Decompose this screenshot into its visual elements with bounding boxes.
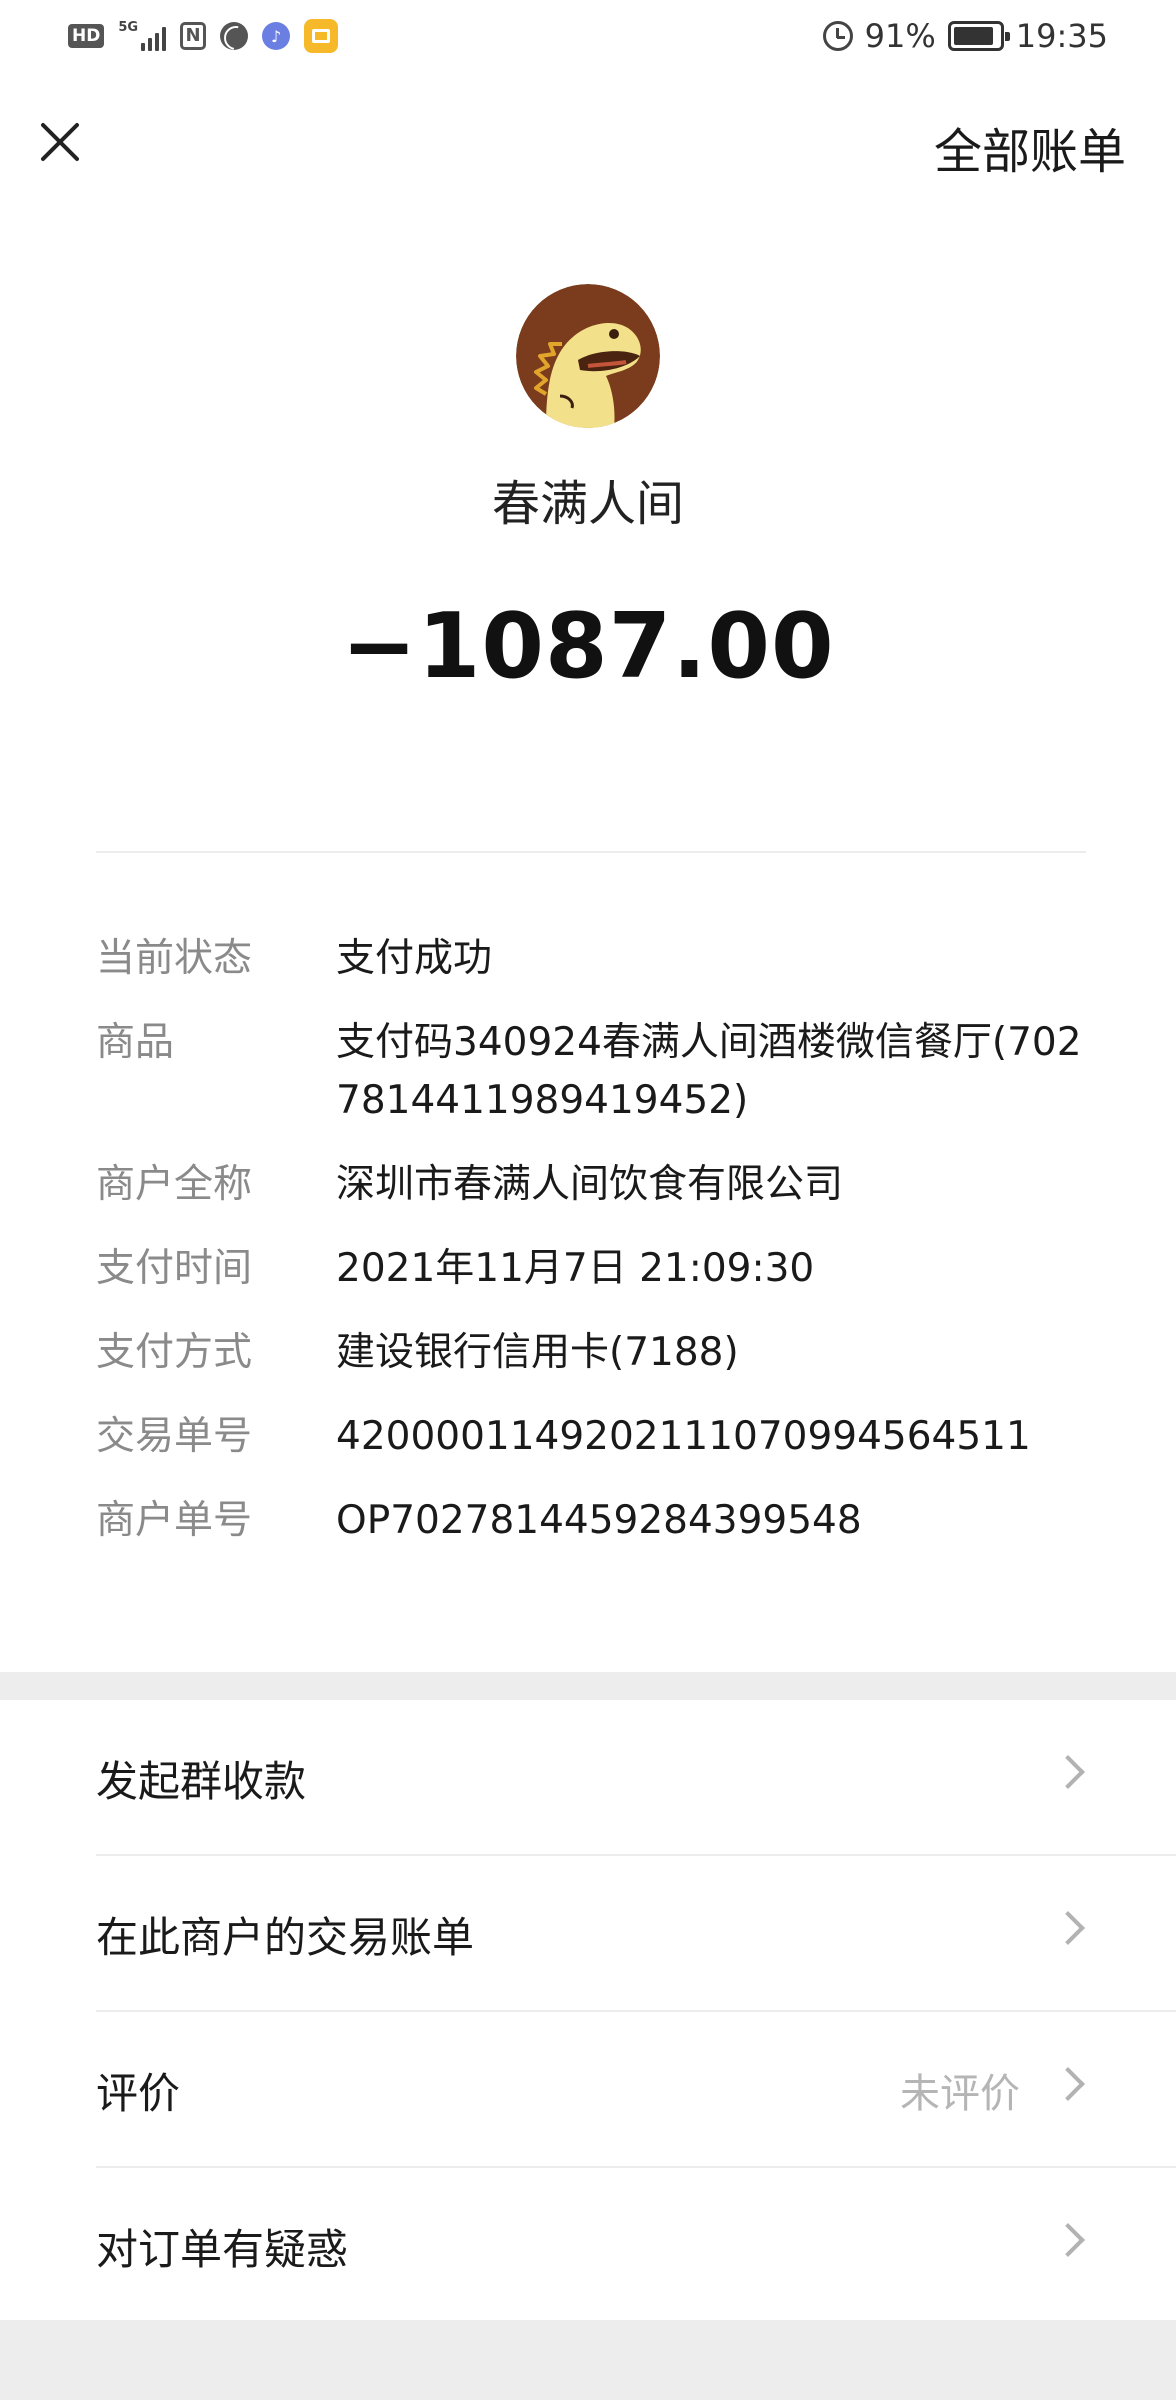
- dinosaur-logo-icon: [516, 284, 660, 428]
- app-icon: [304, 19, 339, 53]
- chevron-right-icon: [1051, 2223, 1085, 2257]
- nfc-icon: N: [180, 22, 207, 50]
- detail-row-pay-method: 支付方式 建设银行信用卡(7188): [96, 1324, 1086, 1408]
- menu-item-label: 对订单有疑惑: [96, 2224, 349, 2274]
- detail-row-transaction-no: 交易单号 4200001149202111070994564511: [96, 1408, 1086, 1492]
- status-left-icons: HD 5G N ♪: [68, 19, 339, 53]
- chevron-right-icon: [1051, 1755, 1085, 1789]
- all-bills-link[interactable]: 全部账单: [934, 112, 1126, 182]
- review-status: 未评价: [900, 2071, 1020, 2117]
- 5g-signal-icon: 5G: [118, 20, 167, 51]
- menu-item-label: 在此商户的交易账单: [96, 1912, 475, 1962]
- menu-item-label: 发起群收款: [96, 1756, 307, 1806]
- status-label: 当前状态: [96, 936, 253, 981]
- menu-item-merchant-bills[interactable]: 在此商户的交易账单: [0, 1856, 1176, 2012]
- battery-icon: [947, 21, 1010, 51]
- detail-row-pay-time: 支付时间 2021年11月7日 21:09:30: [96, 1240, 1086, 1324]
- menu-item-order-question[interactable]: 对订单有疑惑: [0, 2168, 1176, 2324]
- detail-row-status: 当前状态 支付成功: [96, 930, 1086, 1014]
- chevron-right-icon: [1051, 1911, 1085, 1945]
- chevron-right-icon: [1051, 2067, 1085, 2101]
- header: 全部账单: [0, 100, 1176, 190]
- product-label: 商品: [96, 1020, 175, 1065]
- pay-time-value: 2021年11月7日 21:09:30: [336, 1246, 815, 1291]
- ball-icon: [220, 22, 249, 50]
- detail-row-product: 商品 支付码340924春满人间酒楼微信餐厅(70278144119894194…: [96, 1014, 1086, 1156]
- status-bar: HD 5G N ♪ 91% 19:35: [0, 0, 1176, 72]
- merchant-full-value: 深圳市春满人间饮食有限公司: [336, 1162, 844, 1207]
- action-menu: 发起群收款 在此商户的交易账单 评价 未评价 对订单有疑惑: [0, 1700, 1176, 2324]
- section-separator: [0, 1672, 1176, 1700]
- merchant-name: 春满人间: [491, 476, 684, 532]
- detail-row-merchant-no: 商户单号 OP7027814459284399548: [96, 1492, 1086, 1576]
- pay-method-value: 建设银行信用卡(7188): [336, 1330, 739, 1375]
- alarm-icon: [822, 21, 853, 51]
- close-icon[interactable]: [36, 118, 84, 166]
- menu-item-review[interactable]: 评价 未评价: [0, 2012, 1176, 2168]
- payment-amount: −1087.00: [341, 594, 835, 699]
- merchant-avatar: [516, 284, 660, 428]
- status-right: 91% 19:35: [822, 17, 1108, 55]
- network-label: 5G: [118, 20, 139, 35]
- merchant-no-label: 商户单号: [96, 1498, 253, 1543]
- menu-item-label: 评价: [96, 2068, 181, 2118]
- product-value: 支付码340924春满人间酒楼微信餐厅(7027814411989419452): [336, 1020, 1082, 1123]
- music-icon: ♪: [262, 22, 291, 50]
- transaction-no-value: 4200001149202111070994564511: [336, 1414, 1031, 1459]
- transaction-details: 当前状态 支付成功 商品 支付码340924春满人间酒楼微信餐厅(7027814…: [96, 930, 1086, 1576]
- bottom-area: [0, 2320, 1176, 2400]
- status-value: 支付成功: [336, 936, 493, 981]
- merchant-full-label: 商户全称: [96, 1162, 253, 1207]
- merchant-no-value: OP7027814459284399548: [336, 1498, 862, 1543]
- menu-item-group-payment[interactable]: 发起群收款: [0, 1700, 1176, 1856]
- clock: 19:35: [1015, 17, 1108, 55]
- divider: [96, 851, 1086, 853]
- hd-icon: HD: [68, 24, 105, 48]
- transaction-no-label: 交易单号: [96, 1414, 253, 1459]
- detail-row-merchant-full: 商户全称 深圳市春满人间饮食有限公司: [96, 1156, 1086, 1240]
- pay-time-label: 支付时间: [96, 1246, 253, 1291]
- pay-method-label: 支付方式: [96, 1330, 253, 1375]
- battery-percent: 91%: [864, 17, 936, 55]
